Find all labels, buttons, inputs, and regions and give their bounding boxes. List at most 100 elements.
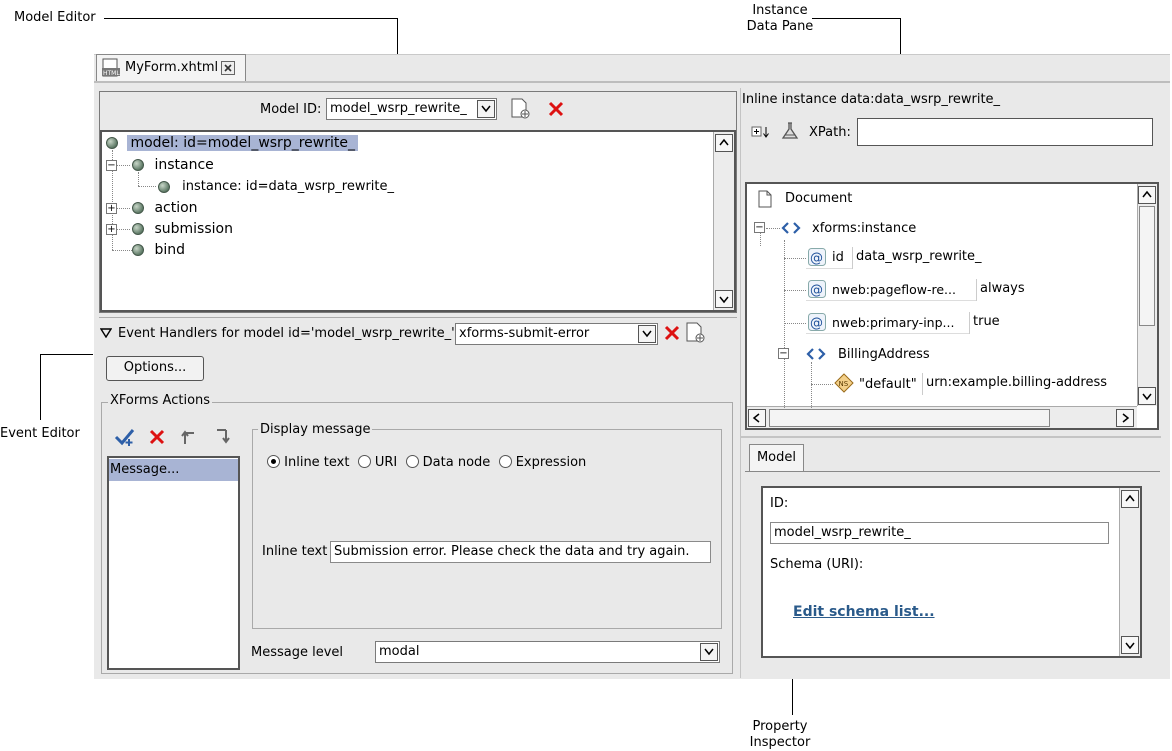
add-model-icon[interactable]	[509, 98, 531, 120]
radio-uri[interactable]: URI	[357, 455, 397, 470]
instance-hscrollbar[interactable]	[747, 406, 1137, 428]
element-icon	[806, 348, 826, 360]
property-scrollbar[interactable]	[1119, 488, 1140, 656]
tree-node-submission[interactable]: submission	[132, 221, 233, 237]
collapse-icon[interactable]: −	[106, 160, 117, 171]
scroll-down-icon[interactable]	[715, 290, 733, 308]
add-handler-icon[interactable]	[684, 322, 706, 344]
attr-name: nweb:primary-inp...	[832, 315, 955, 330]
tree-node-root[interactable]: xforms:instance	[812, 221, 916, 236]
expand-all-icon[interactable]	[751, 124, 773, 140]
instance-vscrollbar[interactable]	[1137, 184, 1157, 406]
node-label: submission	[154, 221, 233, 237]
node-icon	[132, 244, 144, 256]
attr-value[interactable]: data_wsrp_rewrite_	[852, 247, 1137, 269]
attr-name: nweb:pageflow-re...	[832, 282, 956, 297]
scroll-up-icon[interactable]	[1138, 186, 1156, 204]
model-id-select[interactable]: model_wsrp_rewrite_	[326, 98, 497, 120]
flask-icon[interactable]	[780, 121, 800, 141]
message-level-select[interactable]: modal	[375, 641, 720, 663]
callout-text: Instance	[752, 3, 808, 18]
scroll-thumb[interactable]	[1139, 206, 1155, 326]
tab-model[interactable]: Model	[749, 444, 804, 472]
node-label: model: id=model_wsrp_rewrite_	[127, 135, 358, 151]
radio-icon	[405, 455, 419, 468]
expand-icon[interactable]: +	[106, 224, 117, 235]
options-button[interactable]: Options...	[106, 356, 204, 381]
delete-handler-icon[interactable]	[663, 324, 681, 342]
scroll-thumb[interactable]	[769, 409, 1050, 427]
group-title: XForms Actions	[108, 393, 213, 408]
attribute-icon: @	[808, 313, 826, 331]
close-tab-icon[interactable]	[221, 61, 235, 75]
svg-text:@: @	[810, 316, 823, 331]
scroll-down-icon[interactable]	[1138, 387, 1156, 405]
actions-list	[107, 456, 240, 670]
expand-icon[interactable]: +	[106, 203, 117, 214]
delete-action-icon[interactable]	[148, 428, 166, 446]
edit-schema-link[interactable]: Edit schema list...	[793, 604, 935, 620]
tree-node-action[interactable]: action	[132, 200, 198, 216]
list-item[interactable]: Message...	[109, 459, 238, 481]
collapse-icon[interactable]: −	[778, 348, 789, 359]
chevron-down-icon[interactable]	[700, 643, 718, 661]
scroll-up-icon[interactable]	[1121, 490, 1139, 508]
element-icon	[781, 222, 801, 234]
tree-line	[784, 290, 806, 291]
tree-node-instance-data[interactable]: instance: id=data_wsrp_rewrite_	[158, 179, 394, 194]
callout-event-editor: Event Editor	[0, 426, 80, 441]
scroll-right-icon[interactable]	[1116, 409, 1134, 427]
model-tree-scrollbar[interactable]	[713, 132, 734, 310]
attr-row[interactable]: @ nweb:pageflow-re... always	[806, 279, 1137, 301]
radio-inline-text[interactable]: Inline text	[267, 455, 349, 470]
tree-line	[811, 362, 812, 410]
ns-row[interactable]: NS "default" urn:example.billing-address	[834, 373, 1137, 395]
attr-row[interactable]: @ nweb:primary-inp... true	[806, 312, 1137, 334]
callout-line	[40, 354, 41, 420]
collapse-icon[interactable]: −	[754, 222, 765, 233]
model-id-label: Model ID:	[260, 102, 322, 117]
id-input[interactable]: model_wsrp_rewrite_	[770, 522, 1109, 544]
callout-text: Property	[752, 719, 808, 734]
tree-node-billing[interactable]: BillingAddress	[838, 347, 930, 362]
event-handlers-label: Event Handlers for model id='model_wsrp_…	[118, 326, 455, 341]
radio-data-node[interactable]: Data node	[405, 455, 490, 470]
collapse-section-icon[interactable]	[100, 328, 112, 338]
node-label: bind	[154, 242, 185, 258]
scroll-up-icon[interactable]	[715, 134, 733, 152]
radio-expression[interactable]: Expression	[498, 455, 586, 470]
attr-value[interactable]: always	[976, 279, 1137, 301]
move-down-icon[interactable]	[213, 428, 231, 446]
tab-label: MyForm.xhtml	[125, 60, 219, 75]
add-action-icon[interactable]	[114, 427, 136, 447]
scroll-down-icon[interactable]	[1121, 636, 1139, 654]
scroll-left-icon[interactable]	[748, 409, 766, 427]
schema-label: Schema (URI):	[770, 557, 864, 572]
move-up-icon[interactable]	[180, 428, 198, 446]
tree-line	[116, 208, 130, 209]
xpath-input[interactable]	[857, 118, 1153, 146]
tree-line	[784, 258, 806, 259]
tree-node-document[interactable]: Document	[785, 191, 852, 206]
tree-node-instance[interactable]: instance	[132, 157, 214, 173]
delete-model-icon[interactable]	[547, 100, 565, 118]
chevron-down-icon[interactable]	[638, 325, 656, 343]
attr-row[interactable]: @ id data_wsrp_rewrite_	[806, 247, 1137, 269]
inline-text-input[interactable]: Submission error. Please check the data …	[330, 541, 711, 563]
xpath-label: XPath:	[809, 125, 851, 140]
node-label: instance	[154, 157, 214, 173]
tree-line	[760, 232, 761, 246]
node-icon	[132, 159, 144, 171]
editor-tab[interactable]: HTML MyForm.xhtml	[96, 54, 246, 81]
attr-value[interactable]: true	[969, 312, 1137, 334]
svg-text:HTML: HTML	[103, 70, 120, 77]
tree-line	[811, 384, 833, 385]
node-icon	[158, 180, 170, 193]
html-file-icon: HTML	[102, 58, 120, 77]
radio-label: Inline text	[284, 455, 350, 470]
tree-node-model[interactable]: model: id=model_wsrp_rewrite_	[106, 135, 358, 151]
chevron-down-icon[interactable]	[477, 100, 495, 118]
tree-node-bind[interactable]: bind	[132, 242, 185, 258]
ns-value[interactable]: urn:example.billing-address	[922, 373, 1137, 395]
event-select[interactable]: xforms-submit-error	[455, 323, 658, 345]
